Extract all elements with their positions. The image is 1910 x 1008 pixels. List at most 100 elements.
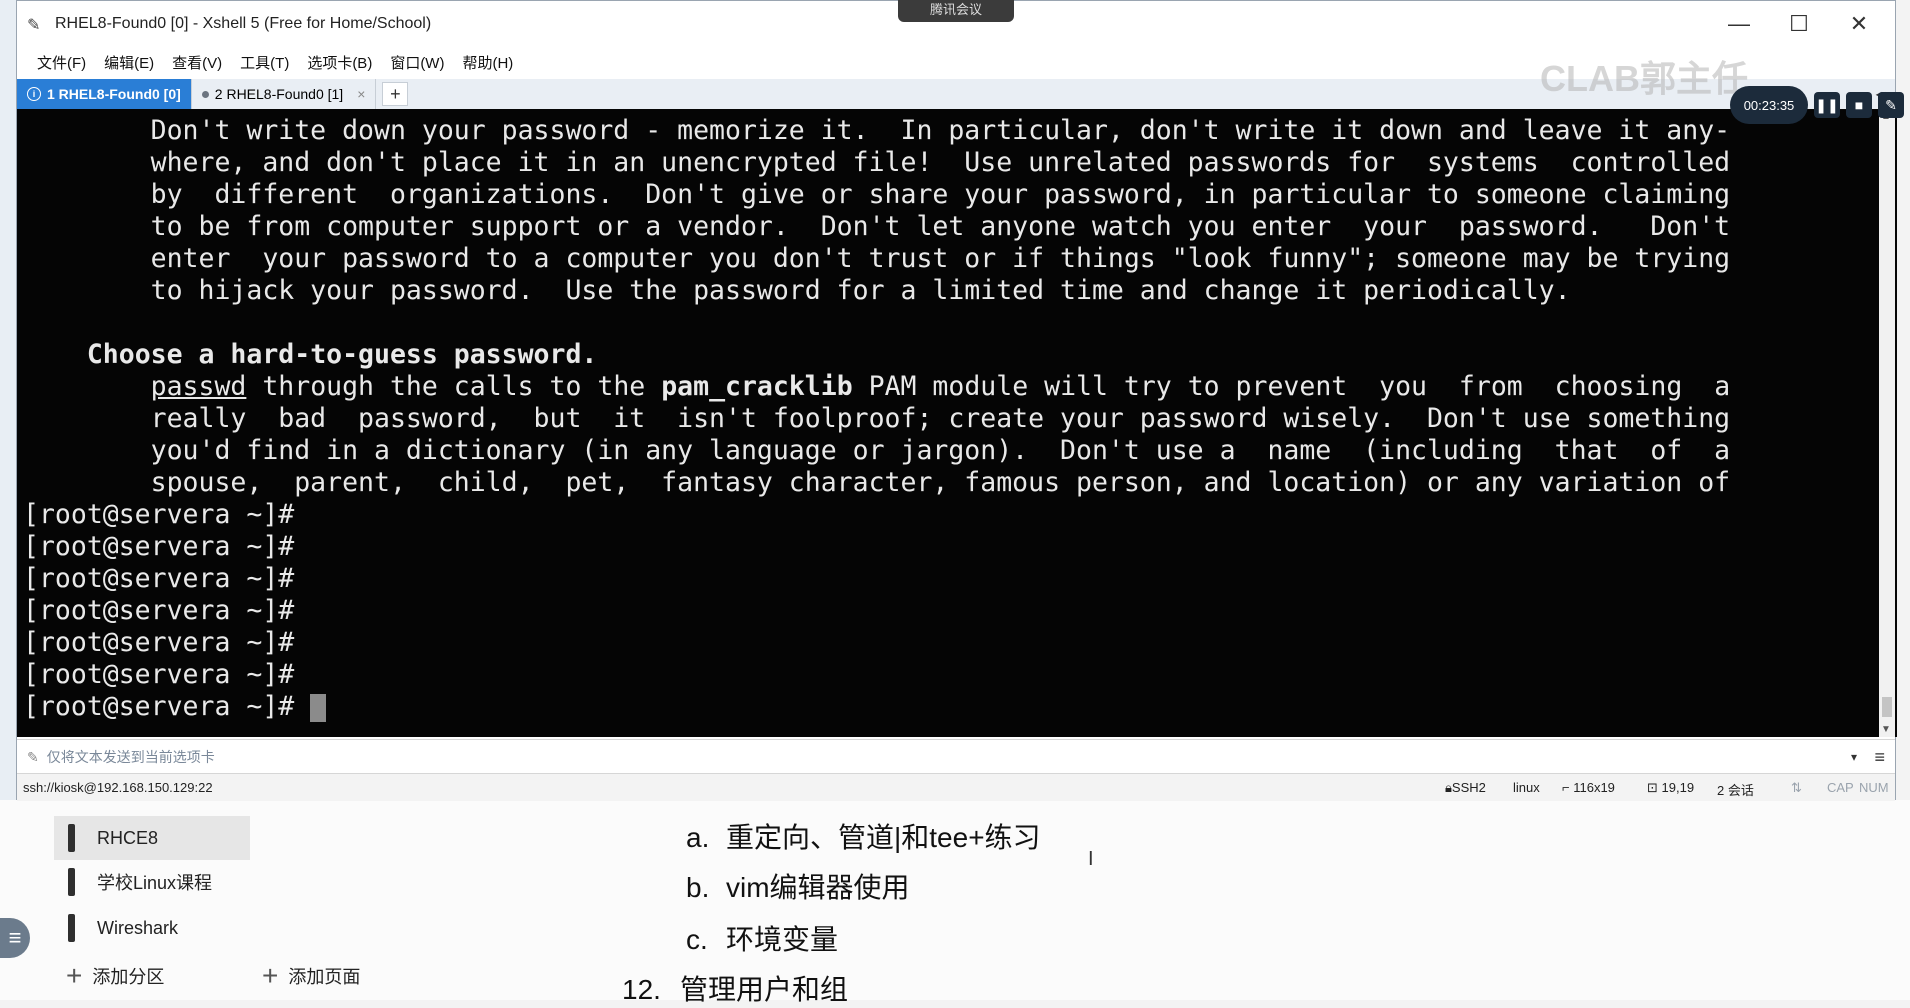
add-section-button[interactable]: + 添加分区 [66, 960, 164, 992]
minimize-button[interactable]: — [1709, 1, 1769, 47]
cursor-position-icon: ⊡ [1647, 780, 1662, 795]
outline-text: 管理用户和组 [680, 974, 849, 1005]
pen-icon[interactable]: ✎ [1878, 92, 1904, 118]
new-tab-button[interactable]: + [382, 82, 409, 106]
close-button[interactable]: ✕ [1829, 1, 1889, 47]
section-color-bar [68, 868, 75, 896]
compose-dropdown-icon[interactable]: ▾ [1851, 750, 1857, 764]
meeting-badge[interactable]: 腾讯会议 [898, 0, 1014, 22]
prompt-line: [root@servera ~]# [23, 627, 295, 658]
status-num: NUM [1859, 780, 1889, 795]
terminal-screen[interactable]: Don't write down your password - memoriz… [17, 109, 1897, 737]
add-section-label: 添加分区 [92, 967, 165, 987]
lock-icon: 🔒︎ [1445, 780, 1452, 795]
size-text: 116x19 [1573, 780, 1615, 795]
add-page-button[interactable]: + 添加页面 [262, 960, 360, 992]
menu-window[interactable]: 窗口(W) [390, 52, 444, 73]
compose-icon: ✎ [27, 748, 39, 765]
section-color-bar [68, 824, 75, 852]
menu-edit[interactable]: 编辑(E) [104, 52, 154, 73]
man-section-heading: Choose a hard-to-guess password. [86, 339, 598, 370]
menu-tabs[interactable]: 选项卡(B) [307, 52, 372, 73]
menu-help[interactable]: 帮助(H) [462, 52, 513, 73]
plus-icon: + [262, 960, 279, 991]
terminal-scrollbar[interactable]: ▲ ▼ [1879, 109, 1895, 737]
status-protocol: 🔒︎SSH2 [1445, 780, 1486, 796]
status-bar: ssh://kiosk@192.168.150.129:22 🔒︎SSH2 li… [17, 773, 1895, 801]
recording-controls: 00:23:35 ❚❚ ■ ✎ [1730, 86, 1910, 124]
xshell-window: ✎ RHEL8-Found0 [0] - Xshell 5 (Free for … [16, 0, 1897, 801]
menu-tools[interactable]: 工具(T) [240, 52, 289, 73]
scroll-thumb[interactable] [1882, 697, 1892, 717]
outline-marker: 12. [622, 974, 661, 1005]
terminal-size-icon: ⌐ [1562, 780, 1574, 795]
outline-heading[interactable]: 12. 管理用户和组 [622, 968, 848, 1008]
terminal-heading-line: Choose a hard-to-guess password. [23, 339, 598, 371]
connection-string: ssh://kiosk@192.168.150.129:22 [23, 780, 213, 795]
status-sessions: 2 会话 [1717, 783, 1754, 798]
outline-item[interactable]: b. vim编辑器使用 [686, 866, 910, 906]
terminal-cursor [310, 693, 327, 722]
xshell-app-icon: ✎ [27, 17, 41, 34]
terminal-line: enter your password to a computer you do… [23, 243, 1731, 274]
status-cursor-position: ⊡ 19,19 [1647, 780, 1694, 796]
watermark: CLAB郭主任 [1540, 58, 1748, 99]
pause-icon[interactable]: ❚❚ [1814, 92, 1840, 118]
menu-file[interactable]: 文件(F) [37, 52, 86, 73]
terminal-line: where, and don't place it in an unencryp… [23, 147, 1731, 178]
tab-label: 1 RHEL8-Found0 [0] [47, 86, 181, 102]
compose-menu-icon[interactable]: ≡ [1874, 747, 1885, 768]
add-page-label: 添加页面 [288, 967, 361, 987]
section-label: 学校Linux课程 [97, 873, 213, 893]
outline-text: 重定向、管道|和tee+练习 [726, 822, 1041, 853]
outline-marker: b. [686, 872, 710, 903]
section-school-linux[interactable]: 学校Linux课程 [54, 860, 250, 904]
plus-icon: + [66, 960, 83, 991]
outline-text: vim编辑器使用 [726, 872, 910, 903]
prompt-line: [root@servera ~]# [23, 499, 295, 530]
terminal-text: PAM module will try to prevent you from … [852, 371, 1731, 402]
terminal-line: by different organizations. Don't give o… [23, 179, 1731, 210]
terminal-line: you'd find in a dictionary (in any langu… [23, 435, 1731, 466]
terminal-line: passwd through the calls to the pam_crac… [23, 371, 1731, 403]
outline-item[interactable]: a. 重定向、管道|和tee+练习 [686, 816, 1041, 856]
prompt-line: [root@servera ~]# [23, 595, 295, 626]
tab-session-2[interactable]: 2 RHEL8-Found0 [1] × [192, 79, 377, 109]
terminal-line: to hijack your password. Use the passwor… [23, 275, 1571, 306]
status-size: ⌐ 116x19 [1562, 780, 1615, 795]
recording-timer: 00:23:35 [1730, 86, 1808, 124]
section-color-bar [68, 914, 75, 942]
maximize-button[interactable]: ☐ [1769, 1, 1829, 47]
status-cap: CAP [1827, 780, 1854, 795]
tab-session-1[interactable]: i 1 RHEL8-Found0 [0] [17, 79, 192, 109]
terminal-line: to be from computer support or a vendor.… [23, 211, 1731, 242]
scroll-down-icon[interactable]: ▼ [1881, 724, 1891, 735]
section-label: RHCE8 [97, 827, 159, 848]
section-wireshark[interactable]: Wireshark [54, 906, 250, 950]
session-status-icon [201, 90, 209, 98]
passwd-ref: passwd [150, 371, 247, 402]
outline-marker: c. [686, 924, 708, 955]
prompt-text: [root@servera ~]# [23, 691, 311, 722]
stop-icon[interactable]: ■ [1846, 92, 1872, 118]
tab-close-icon[interactable]: × [357, 86, 365, 102]
terminal-line: Don't write down your password - memoriz… [23, 115, 1731, 146]
terminal-text: through the calls to the [246, 371, 662, 402]
status-os: linux [1513, 780, 1540, 795]
cursor-pos-text: 19,19 [1661, 780, 1695, 795]
compose-input[interactable]: 仅将文本发送到当前选项卡 [47, 747, 215, 767]
prompt-line: [root@servera ~]# [23, 531, 295, 562]
outline-item[interactable]: c. 环境变量 [686, 918, 838, 958]
active-prompt-line: [root@servera ~]# [23, 691, 327, 723]
menu-view[interactable]: 查看(V) [172, 52, 222, 73]
section-label: Wireshark [97, 917, 179, 938]
prompt-line: [root@servera ~]# [23, 563, 295, 594]
text-cursor-icon: I [1088, 848, 1094, 870]
terminal-line: spouse, parent, child, pet, fantasy char… [23, 467, 1731, 498]
section-rhce8[interactable]: RHCE8 [54, 816, 250, 860]
compose-bar[interactable]: ✎ 仅将文本发送到当前选项卡 ▾ ≡ [17, 739, 1895, 774]
window-title: RHEL8-Found0 [0] - Xshell 5 (Free for Ho… [55, 15, 432, 32]
protocol-text: SSH2 [1451, 780, 1486, 795]
tab-label: 2 RHEL8-Found0 [1] [214, 86, 344, 102]
session-arrows-icon: ⇅ [1791, 780, 1802, 795]
